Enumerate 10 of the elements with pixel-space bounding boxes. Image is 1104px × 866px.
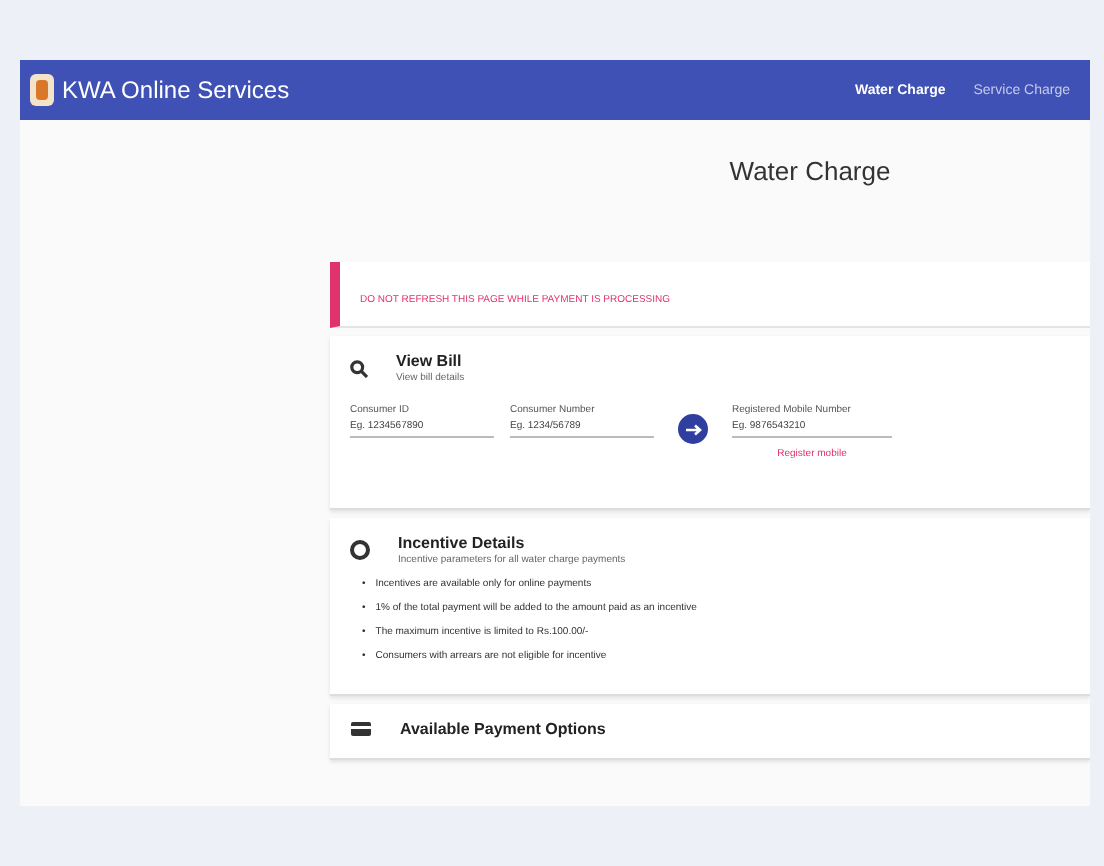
page-title: Water Charge [727,154,893,190]
submit-button[interactable] [678,414,708,444]
arrow-icon [685,423,701,435]
app-title: KWA Online Services [62,76,290,104]
card-icon [350,720,372,738]
card-title: Available Payment Options [400,720,606,738]
card-title: Incentive Details [398,534,527,552]
emblem-icon [30,74,54,106]
card-title: View Bill [396,352,464,370]
search-icon [350,359,368,377]
